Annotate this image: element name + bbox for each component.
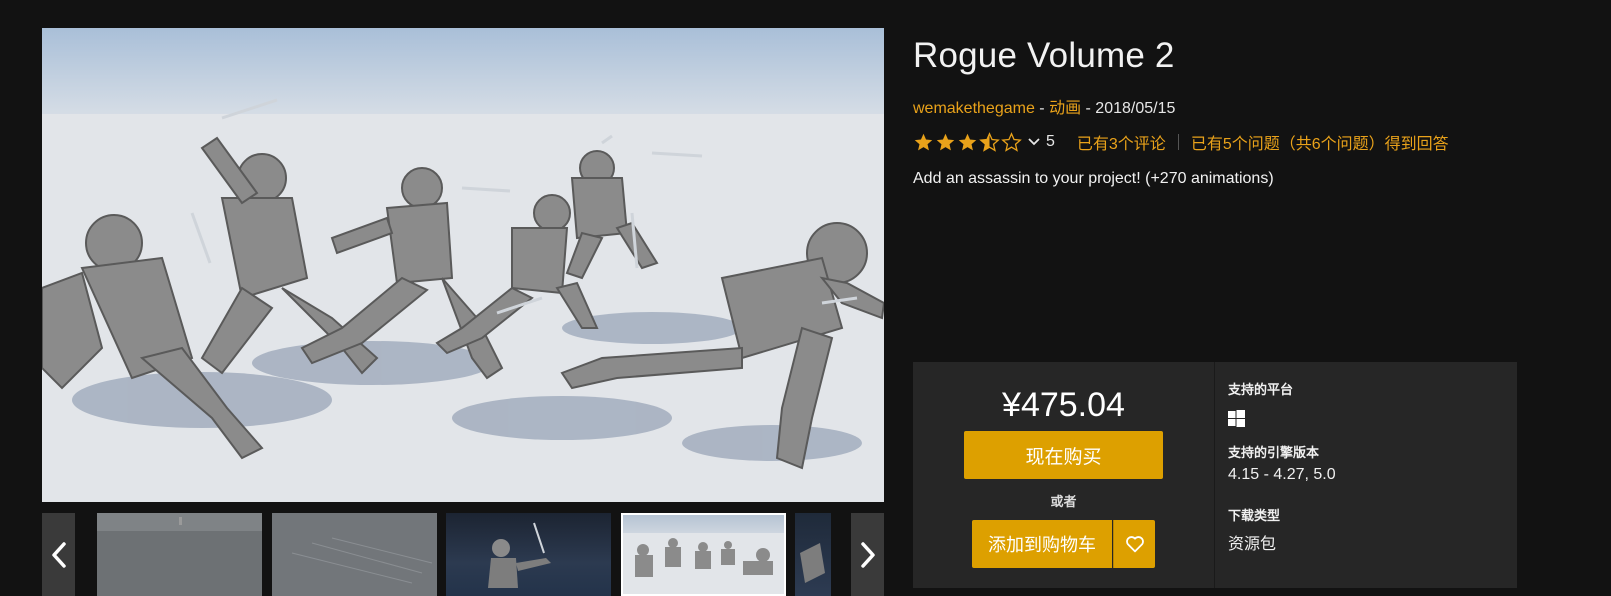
engine-version-value: 4.15 - 4.27, 5.0	[1228, 466, 1336, 483]
engine-version-label: 支持的引擎版本	[1228, 445, 1320, 460]
meta-separator: -	[1034, 100, 1050, 117]
thumbnail-2[interactable]	[272, 513, 437, 596]
download-type-value: 资源包	[1228, 536, 1277, 553]
thumbnail-5[interactable]	[795, 513, 831, 596]
star-rating[interactable]	[913, 131, 1022, 153]
star-half-icon	[979, 131, 1000, 152]
thumbnail-1[interactable]	[97, 513, 262, 596]
meta-separator: -	[1081, 100, 1096, 117]
product-title: Rogue Volume 2	[913, 36, 1175, 75]
reviews-link[interactable]: 已有3个评论	[1077, 130, 1166, 154]
buy-now-button[interactable]: 现在购买	[964, 431, 1163, 479]
release-date: 2018/05/15	[1095, 100, 1176, 117]
star-full-icon	[958, 133, 977, 150]
or-label: 或者	[1050, 494, 1077, 509]
panel-divider	[1214, 362, 1215, 588]
product-meta: wemakethegame - 动画 - 2018/05/15	[913, 94, 1175, 118]
price: ¥475.04	[1002, 386, 1125, 424]
chevron-left-icon	[51, 541, 66, 568]
thumbnail-3[interactable]	[446, 513, 611, 596]
star-empty-icon	[1001, 131, 1022, 152]
wishlist-button[interactable]	[1113, 520, 1155, 568]
download-type-label: 下载类型	[1228, 508, 1281, 523]
divider	[1177, 134, 1179, 150]
chevron-down-icon[interactable]	[1028, 138, 1040, 146]
category-link[interactable]: 动画	[1049, 100, 1081, 117]
rating-count: 5	[1046, 133, 1055, 150]
heart-icon	[1125, 536, 1144, 553]
product-description: Add an assassin to your project! (+270 a…	[913, 170, 1274, 187]
thumbnail-4-active[interactable]	[621, 513, 786, 596]
platform-label: 支持的平台	[1228, 382, 1294, 397]
thumbnail-strip	[42, 513, 884, 596]
purchase-actions: ¥475.04 现在购买 或者 添加到购物车	[913, 362, 1214, 588]
product-specs: 支持的平台 支持的引擎版本 4.15 - 4.27, 5.0 下载类型 资源包	[1228, 362, 1508, 588]
product-main-image	[42, 28, 884, 502]
thumbnail-next-button[interactable]	[851, 513, 884, 596]
thumbnail-prev-button[interactable]	[42, 513, 75, 596]
star-full-icon	[914, 133, 933, 150]
chevron-right-icon	[860, 541, 875, 568]
purchase-panel: ¥475.04 现在购买 或者 添加到购物车 支持的平台 支持的引擎版本 4.1…	[913, 362, 1517, 588]
questions-link[interactable]: 已有5个问题（共6个问题）得到回答	[1191, 130, 1449, 154]
windows-icon	[1228, 410, 1245, 427]
add-to-cart-button[interactable]: 添加到购物车	[972, 520, 1112, 568]
rating-row: 5 已有3个评论 已有5个问题（共6个问题）得到回答	[913, 130, 1449, 154]
star-full-icon	[936, 133, 955, 150]
author-link[interactable]: wemakethegame	[913, 100, 1035, 117]
